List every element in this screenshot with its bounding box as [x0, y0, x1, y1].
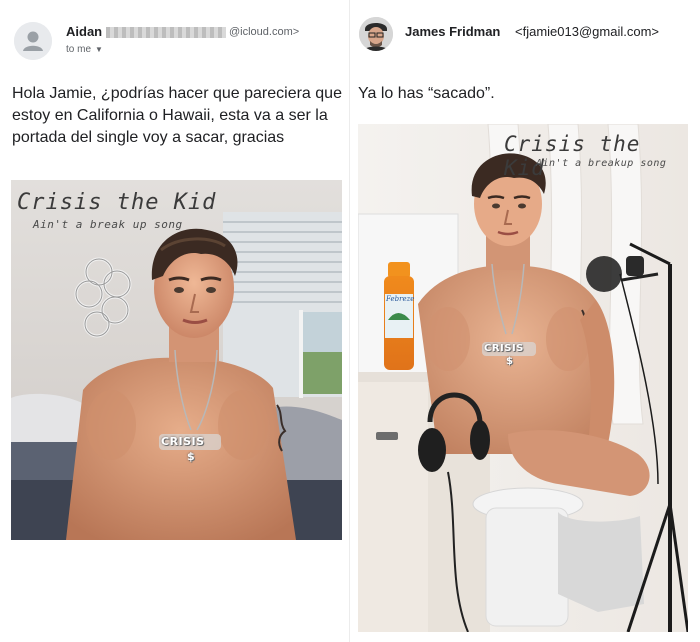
edited-pendant-text: CRISIS — [484, 343, 524, 354]
recipient-line[interactable]: to me ▼ — [66, 44, 103, 55]
reply-sender-email: <fjamie013@gmail.com> — [515, 24, 659, 39]
person-avatar-icon[interactable] — [14, 22, 52, 60]
pendant-text: CRISIS — [161, 435, 205, 448]
cover-subtitle: Ain't a break up song — [33, 218, 183, 231]
pendant-symbol: $ — [187, 450, 196, 463]
incoming-email-panel: Aidan @icloud.com> to me ▼ Hola Jamie, ¿p… — [0, 0, 350, 642]
edited-photo: Crisis the Kid Ain't a breakup song CRIS… — [358, 124, 688, 632]
edited-pendant-symbol: $ — [506, 356, 514, 367]
bottle-label: Febreze — [386, 295, 415, 303]
cover-title: Crisis the Kid — [17, 190, 217, 215]
reply-message-body: Ya lo has “sacado”. — [358, 85, 495, 102]
attached-photo: Crisis the Kid Ain't a break up song CRI… — [11, 180, 342, 540]
message-body: Hola Jamie, ¿podrías hacer que pareciera… — [12, 85, 342, 146]
profile-photo[interactable] — [359, 17, 393, 51]
dropdown-caret-icon[interactable]: ▼ — [95, 45, 103, 54]
edited-cover-subtitle: Ain't a breakup song — [536, 158, 667, 169]
sender-domain: @icloud.com> — [229, 26, 300, 38]
redacted-email-address — [106, 27, 226, 38]
recipient-label: to me — [66, 44, 92, 55]
edited-cover-title: Crisis the Kid — [504, 132, 641, 180]
reply-sender-name[interactable]: James Fridman — [405, 24, 500, 39]
sender-name[interactable]: Aidan — [66, 24, 102, 39]
